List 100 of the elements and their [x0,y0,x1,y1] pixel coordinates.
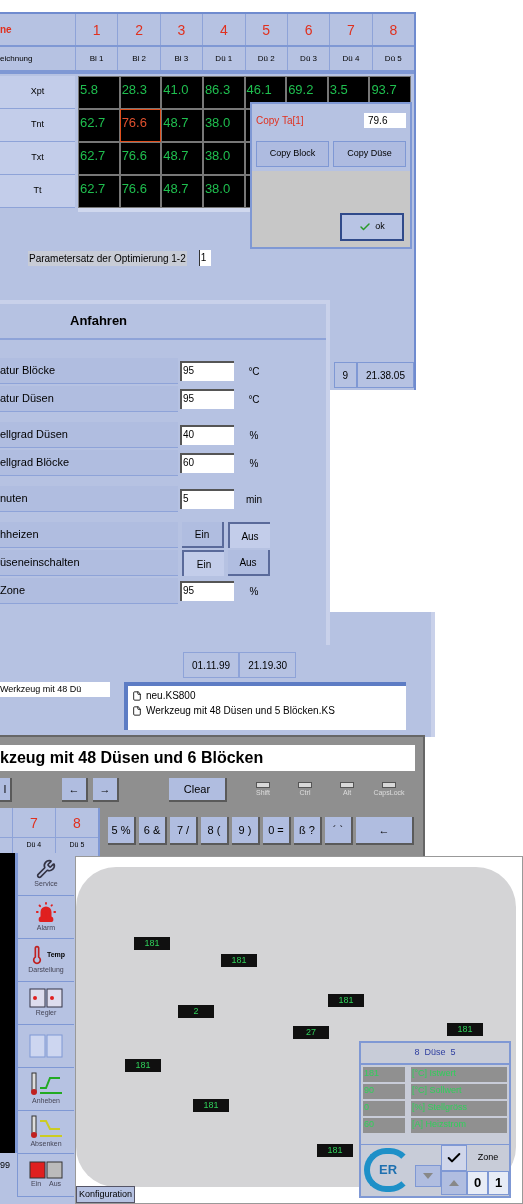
text-input-field[interactable]: kzeug mit 48 Düsen und 6 Blöcken [0,745,415,771]
toggle-button[interactable]: Ein [182,522,224,548]
temperature-label: 2 [178,1005,214,1018]
row-label: Tnt [0,109,75,142]
date-fragment: 99 [0,1159,11,1172]
check-icon [359,221,372,233]
key[interactable]: → [93,778,119,802]
key[interactable]: ← [62,778,88,802]
status-cell: 9 [333,362,358,388]
temperature-label: 181 [193,1099,229,1112]
file-icon [132,705,142,716]
zone-digit: 1 [488,1171,509,1195]
unit-label: % [248,428,260,443]
status-cell: 21.38.05 [357,362,414,388]
key[interactable]: ← [356,817,414,845]
key[interactable]: 0 = [263,817,291,845]
unit-label: min [244,492,264,507]
dialog-title: Copy Ta[1] [256,114,304,128]
unit-label: °C [247,364,261,379]
column-name: Dü 1 [202,47,245,70]
value-caption: [%] Stellgröss [411,1101,507,1116]
parameter-label: Parametersatz der Optimierung 1-2 [28,250,187,266]
confirm-button[interactable] [441,1145,467,1171]
file-name-field[interactable]: Werkzeug mit 48 Dü [0,682,110,697]
row-header: eichnung [0,52,34,65]
column-name: Dü 4 [329,47,372,70]
column-name: Dü 3 [286,47,330,70]
column-number: 3 [159,14,203,45]
unit-label: % [248,584,260,599]
window-title: Anfahren [70,312,128,331]
setting-label: Zone [0,578,178,604]
setting-field[interactable]: 95 [180,389,234,409]
value-cell: 60 [363,1118,405,1133]
column-number: 6 [286,14,330,45]
column-number: 7 [11,808,55,837]
setting-label: ellgrad Düsen [0,422,178,448]
unit-label: % [248,456,260,471]
key[interactable]: ß ? [294,817,322,845]
setting-field[interactable]: 5 [180,489,234,509]
unit-label: °C [247,392,261,407]
column-number: 8 [54,808,98,837]
temperature-label: 181 [221,954,257,967]
file-icon [132,690,142,701]
value-cell: 90 [363,1084,405,1099]
row-label: Xpt [0,76,75,109]
key[interactable]: l [0,778,12,802]
temperature-label: 181 [447,1023,483,1036]
panel-icon [29,987,63,1008]
setting-field[interactable]: 95 [180,361,234,381]
zone-label: Zone [476,1151,500,1165]
column-number: 2 [117,14,160,45]
setting-field[interactable]: 95 [180,581,234,601]
row-label: Tt [0,175,75,208]
column-name: Bl 1 [75,47,118,70]
temperature-label: 27 [293,1026,329,1039]
column-number: 1 [75,14,118,45]
copy-button[interactable]: Copy Block [256,141,329,167]
clear-key[interactable]: Clear [169,778,227,802]
zone-digit: 0 [467,1171,488,1195]
row-label: Txt [0,142,75,175]
temperature-label: 181 [317,1144,353,1157]
toggle-button[interactable]: Aus [228,550,270,576]
panel-title: 8 Düse 5 [361,1043,509,1065]
setting-label: atur Düsen [0,386,178,412]
value-caption: [°C] Istwert [411,1067,507,1082]
column-number: 5 [244,14,287,45]
ok-button[interactable]: ok [340,213,404,241]
setting-label: ellgrad Blöcke [0,450,178,476]
key[interactable]: 9 ) [232,817,260,845]
temperature-drop-icon [29,1114,63,1139]
copy-button[interactable]: Copy Düse [333,141,406,167]
temperature-label: 181 [134,937,170,950]
setting-field[interactable]: 60 [180,453,234,473]
parameter-field[interactable]: 1 [198,250,211,266]
column-name: Dü 5 [371,47,414,70]
value-caption: [A] Heizstrom [411,1118,507,1133]
value-cell: 0 [363,1101,405,1116]
key[interactable]: 8 ( [201,817,229,845]
status-cell: 21.19.30 [239,652,297,678]
status-cell: 01.11.99 [183,652,240,678]
toggle-button[interactable]: Aus [228,522,270,548]
column-name: Bl 3 [159,47,203,70]
key[interactable]: ´ ` [325,817,353,845]
file-item[interactable]: neu.KS800 [146,688,196,703]
column-header: ne [0,23,13,37]
configuration-button[interactable]: Konfiguration [76,1186,136,1203]
siren-icon [35,900,57,923]
column-name: Bl 2 [117,47,160,70]
copy-value-field[interactable]: 79.6 [364,113,406,128]
file-item[interactable]: Werkzeug mit 48 Düsen und 5 Blöcken.KS [146,703,335,718]
toggle-button[interactable]: Ein [182,550,224,576]
switch-icon [29,1160,63,1179]
setting-field[interactable]: 40 [180,425,234,445]
wrench-icon [36,858,56,879]
value-caption: [°C] Sollwert [411,1084,507,1099]
key[interactable]: 6 & [139,817,167,845]
key[interactable]: 5 % [108,817,136,845]
key[interactable]: 7 / [170,817,198,845]
setting-label: hheizen [0,522,178,548]
column-number: 4 [202,14,245,45]
